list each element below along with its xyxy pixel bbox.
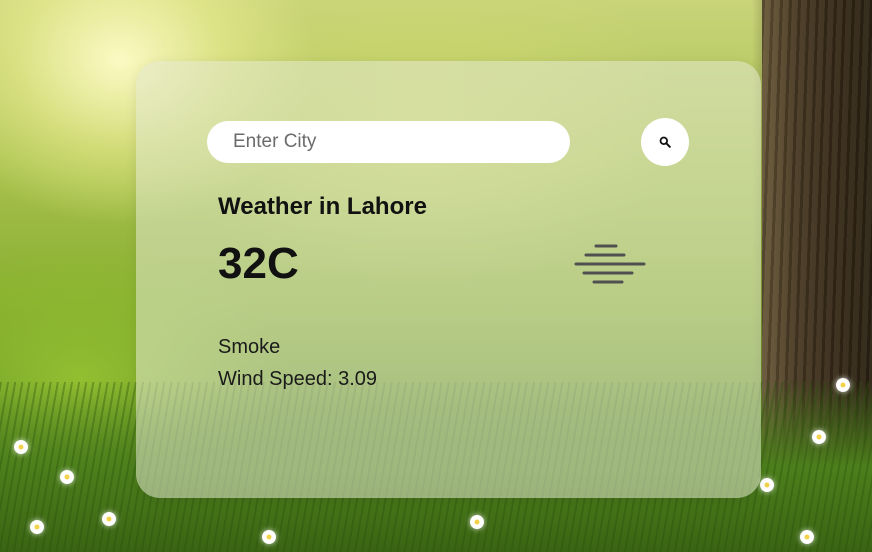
wind-speed: Wind Speed: 3.09 — [218, 368, 377, 390]
daisy-flower — [760, 478, 774, 492]
daisy-flower — [30, 520, 44, 534]
daisy-flower — [836, 378, 850, 392]
daisy-flower — [14, 440, 28, 454]
daisy-flower — [800, 530, 814, 544]
daisy-flower — [470, 515, 484, 529]
daisy-flower — [812, 430, 826, 444]
weather-city-title: Weather in Lahore — [218, 193, 427, 220]
daisy-flower — [102, 512, 116, 526]
search-button[interactable] — [641, 118, 689, 166]
haze-icon — [574, 244, 646, 284]
city-search-input[interactable] — [207, 121, 570, 163]
daisy-flower — [262, 530, 276, 544]
temperature-value: 32C — [218, 239, 299, 288]
search-icon — [659, 136, 671, 148]
weather-card: Weather in Lahore 32C Smoke Wind Speed: … — [136, 61, 761, 498]
daisy-flower — [60, 470, 74, 484]
weather-description: Smoke — [218, 336, 281, 358]
